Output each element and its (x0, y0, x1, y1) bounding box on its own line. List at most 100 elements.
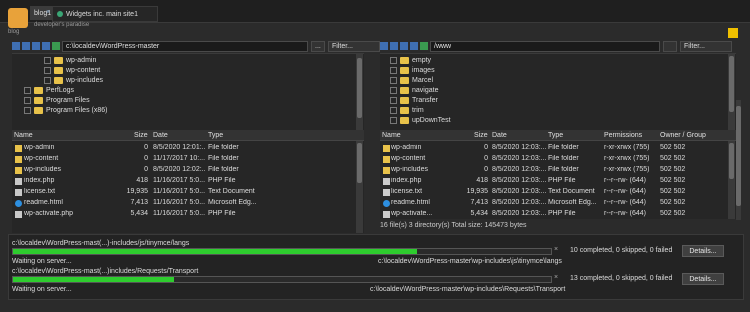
tree-item[interactable]: wp-content (44, 66, 100, 75)
tab-widgets[interactable]: Widgets inc. main site1 (52, 6, 158, 22)
tree-item[interactable]: Marcel (390, 76, 433, 85)
right-list-scrollbar[interactable] (728, 141, 735, 219)
up-icon[interactable] (390, 42, 398, 50)
tree-item[interactable]: PerfLogs (24, 86, 74, 95)
folder-icon (34, 87, 43, 94)
table-row[interactable]: license.txt 19,935 8/5/2020 12:03:... Te… (380, 187, 728, 197)
col-name[interactable]: Name (14, 132, 33, 139)
col-date[interactable]: Date (492, 132, 507, 139)
right-path-input[interactable]: /www (430, 40, 660, 52)
back-icon[interactable] (32, 42, 40, 50)
tree-item[interactable]: trim (390, 106, 424, 115)
col-name[interactable]: Name (382, 132, 401, 139)
table-row[interactable]: wp-content 0 8/5/2020 12:03:... File fol… (380, 154, 728, 164)
tree-item[interactable]: empty (390, 56, 431, 65)
expand-icon[interactable] (390, 87, 397, 94)
scroll-thumb[interactable] (736, 106, 741, 206)
globe-icon (57, 11, 63, 17)
tree-item[interactable]: navigate (390, 86, 438, 95)
folder-icon (15, 156, 22, 163)
tree-item[interactable]: Transfer (390, 96, 438, 105)
expand-icon[interactable] (24, 87, 31, 94)
tree-item[interactable]: Program Files (x86) (24, 106, 107, 115)
window-scrollbar[interactable] (736, 100, 741, 220)
refresh-icon[interactable] (420, 42, 428, 50)
cancel-transfer-icon[interactable]: × (554, 274, 558, 281)
col-owner[interactable]: Owner / Group (660, 132, 706, 139)
table-row[interactable]: license.txt 19,935 11/16/2017 5:0... Tex… (12, 187, 356, 197)
col-size[interactable]: Size (134, 132, 148, 139)
table-row[interactable]: wp-activate.php 5,434 11/16/2017 5:0... … (12, 209, 356, 219)
cancel-transfer-icon[interactable]: × (554, 246, 558, 253)
tree-item[interactable]: upDownTest (390, 116, 451, 125)
folder-icon (15, 167, 22, 174)
expand-icon[interactable] (390, 97, 397, 104)
left-file-list: wp-admin 0 8/5/2020 12:01:... File folde… (12, 141, 364, 233)
scroll-thumb[interactable] (357, 143, 362, 183)
expand-icon[interactable] (390, 67, 397, 74)
home-icon[interactable] (12, 42, 20, 50)
table-row[interactable]: wp-content 0 11/17/2017 10:... File fold… (12, 154, 356, 164)
browse-button[interactable]: ... (311, 40, 325, 52)
expand-icon[interactable] (24, 107, 31, 114)
right-path-bar: /www Filter... (380, 40, 732, 52)
forward-icon[interactable] (42, 42, 50, 50)
right-tree-scrollbar[interactable] (728, 54, 735, 130)
right-filter-input[interactable]: Filter... (680, 40, 732, 52)
expand-icon[interactable] (390, 107, 397, 114)
col-type[interactable]: Type (208, 132, 223, 139)
table-row[interactable]: wp-includes 0 8/5/2020 12:02:... File fo… (12, 165, 356, 175)
tree-item[interactable]: wp-includes (44, 76, 103, 85)
tree-item[interactable]: Program Files (24, 96, 90, 105)
home-icon[interactable] (380, 42, 388, 50)
expand-icon[interactable] (44, 77, 51, 84)
folder-icon (34, 97, 43, 104)
expand-icon[interactable] (390, 57, 397, 64)
details-button[interactable]: Details... (682, 245, 724, 257)
left-file-header: Name Size Date Type (12, 130, 364, 141)
folder-icon (383, 167, 390, 174)
table-row[interactable]: index.php 418 8/5/2020 12:03:... PHP Fil… (380, 176, 728, 186)
table-row[interactable]: wp-includes 0 8/5/2020 12:03:... File fo… (380, 165, 728, 175)
sync-icon[interactable] (728, 28, 738, 38)
table-row[interactable]: wp-admin 0 8/5/2020 12:01:... File folde… (12, 143, 356, 153)
refresh-icon[interactable] (52, 42, 60, 50)
file-icon (383, 189, 390, 196)
tab-close-icon[interactable]: × (44, 9, 50, 16)
expand-icon[interactable] (390, 77, 397, 84)
forward-icon[interactable] (410, 42, 418, 50)
right-file-list: wp-admin 0 8/5/2020 12:03:... File folde… (380, 141, 736, 219)
table-row[interactable]: wp-admin 0 8/5/2020 12:03:... File folde… (380, 143, 728, 153)
left-tree-scrollbar[interactable] (356, 54, 363, 130)
left-path-input[interactable]: c:\localdev\WordPress-master (62, 40, 308, 52)
col-date[interactable]: Date (153, 132, 168, 139)
tree-item[interactable]: images (390, 66, 435, 75)
table-row[interactable]: readme.html 7,413 11/16/2017 5:0... Micr… (12, 198, 356, 208)
col-size[interactable]: Size (474, 132, 488, 139)
left-list-scrollbar[interactable] (356, 141, 363, 233)
expand-icon[interactable] (44, 57, 51, 64)
expand-icon[interactable] (24, 97, 31, 104)
col-type[interactable]: Type (548, 132, 563, 139)
left-filter-input[interactable]: Filter... (328, 40, 380, 52)
back-icon[interactable] (400, 42, 408, 50)
scroll-thumb[interactable] (357, 58, 362, 118)
tree-item[interactable]: wp-admin (44, 56, 96, 65)
table-row[interactable]: index.php 418 11/16/2017 5:0... PHP File (12, 176, 356, 186)
scroll-thumb[interactable] (729, 143, 734, 179)
folder-icon (383, 145, 390, 152)
scroll-thumb[interactable] (729, 56, 734, 112)
settings-gear-icon[interactable] (663, 40, 677, 52)
col-permissions[interactable]: Permissions (604, 132, 642, 139)
up-icon[interactable] (22, 42, 30, 50)
table-row[interactable]: readme.html 7,413 8/5/2020 12:03:... Mic… (380, 198, 728, 208)
tab-blog[interactable]: blog1 (30, 6, 54, 20)
progress-fill (13, 277, 175, 282)
expand-icon[interactable] (44, 67, 51, 74)
folder-icon (383, 156, 390, 163)
edge-icon (15, 200, 22, 207)
queue-item-path: c:\localdev\WordPress-mast(...)-includes… (12, 240, 190, 247)
table-row[interactable]: wp-activate... 5,434 8/5/2020 12:03:... … (380, 209, 728, 219)
details-button[interactable]: Details... (682, 273, 724, 285)
expand-icon[interactable] (390, 117, 397, 124)
